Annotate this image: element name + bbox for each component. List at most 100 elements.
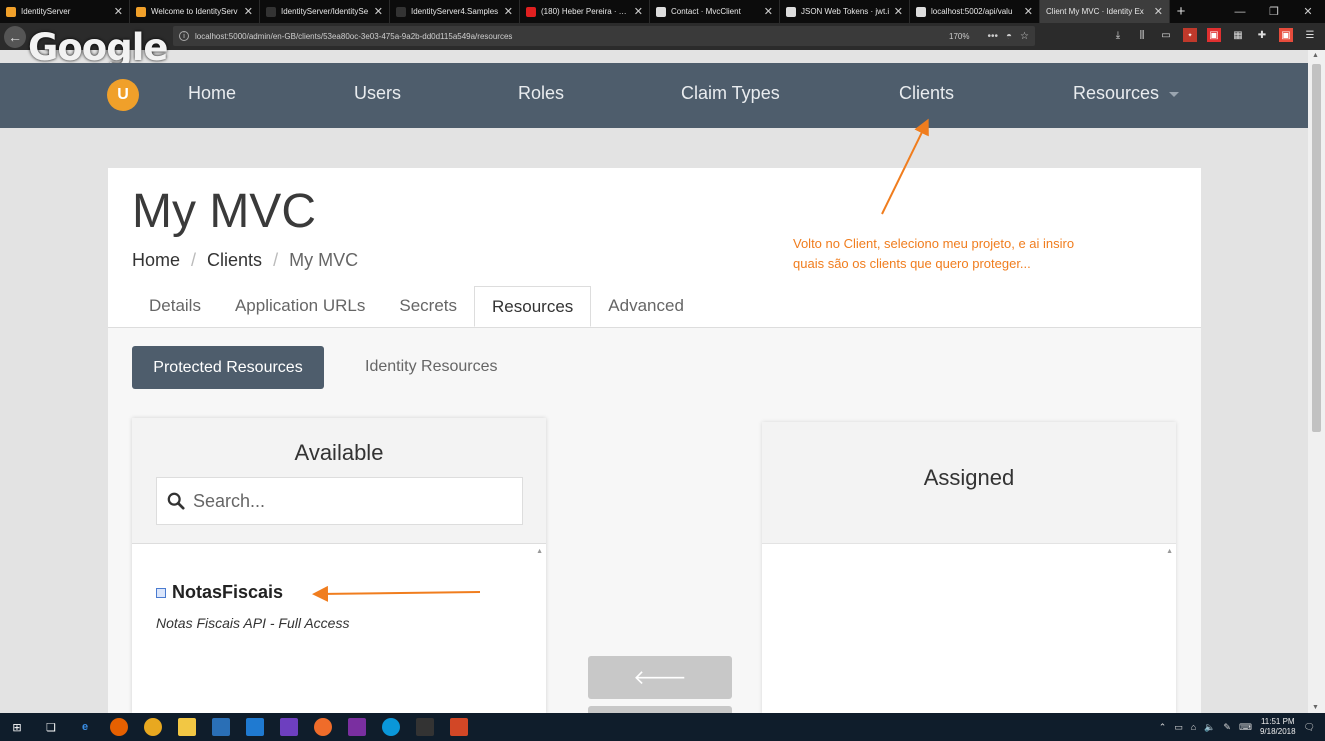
- breadcrumb-separator: /: [273, 250, 279, 270]
- page-title: My MVC: [132, 185, 316, 238]
- available-panel-header: Available: [132, 418, 546, 544]
- close-icon[interactable]: ✕: [1154, 5, 1163, 18]
- close-icon[interactable]: ✕: [1024, 5, 1033, 18]
- tab-resources[interactable]: Resources: [474, 286, 592, 327]
- windows-start-icon[interactable]: ⊞: [8, 718, 26, 736]
- browser-tab[interactable]: localhost:5002/api/valu ✕: [910, 0, 1040, 23]
- select-checkbox[interactable]: [156, 587, 166, 598]
- move-left-button[interactable]: 🡐: [588, 656, 732, 699]
- menu-icon[interactable]: ☰: [1303, 28, 1317, 42]
- close-icon[interactable]: ✕: [244, 5, 253, 18]
- browser-tab[interactable]: IdentityServer4.Samples ✕: [390, 0, 520, 23]
- extension-icon[interactable]: ▣: [1207, 28, 1221, 42]
- close-window-icon[interactable]: ✕: [1291, 0, 1325, 23]
- postman-icon[interactable]: [314, 718, 332, 736]
- scroll-up-icon[interactable]: ▲: [536, 548, 543, 555]
- close-icon[interactable]: ✕: [114, 5, 123, 18]
- list-item[interactable]: NotasFiscais Notas Fiscais API - Full Ac…: [156, 582, 349, 631]
- nav-users[interactable]: Users: [354, 83, 401, 104]
- extension-icon[interactable]: ✚: [1255, 28, 1269, 42]
- nav-claim-types[interactable]: Claim Types: [681, 83, 780, 104]
- onenote-icon[interactable]: [348, 718, 366, 736]
- extension-icon[interactable]: ▣: [1279, 28, 1293, 42]
- network-icon[interactable]: ⌂: [1191, 722, 1196, 732]
- taskbar-clock[interactable]: 11:51 PM 9/18/2018: [1260, 717, 1296, 737]
- browser-tab-active[interactable]: Client My MVC · Identity Ex ✕: [1040, 0, 1170, 23]
- browser-tab[interactable]: IdentityServer ✕: [0, 0, 130, 23]
- browser-tab[interactable]: IdentityServer/IdentitySe ✕: [260, 0, 390, 23]
- youtube-favicon-icon: [526, 6, 536, 17]
- close-icon[interactable]: ✕: [894, 5, 903, 18]
- remote-desktop-icon[interactable]: [212, 718, 230, 736]
- visual-studio-icon[interactable]: [280, 718, 298, 736]
- browser-tab[interactable]: Contact · MvcClient ✕: [650, 0, 780, 23]
- chevron-up-icon[interactable]: ⌃: [1159, 722, 1167, 733]
- file-explorer-icon[interactable]: [178, 718, 196, 736]
- close-icon[interactable]: ✕: [634, 5, 643, 18]
- keyboard-icon[interactable]: ⌨: [1239, 722, 1252, 733]
- breadcrumb-clients[interactable]: Clients: [207, 250, 262, 271]
- powerpoint-icon[interactable]: [450, 718, 468, 736]
- more-icon[interactable]: •••: [987, 31, 998, 42]
- bookmark-star-icon[interactable]: ☆: [1020, 31, 1029, 42]
- maximize-icon[interactable]: ❐: [1257, 0, 1291, 23]
- pocket-icon[interactable]: ◓: [1006, 31, 1012, 42]
- available-title: Available: [294, 440, 384, 465]
- browser-tab[interactable]: JSON Web Tokens · jwt.i ✕: [780, 0, 910, 23]
- notifications-icon[interactable]: 🗨: [1304, 722, 1315, 733]
- pen-icon[interactable]: ✎: [1223, 722, 1231, 733]
- browser-tab[interactable]: (180) Heber Pereira · You ✕: [520, 0, 650, 23]
- browser-tab[interactable]: Welcome to IdentityServ ✕: [130, 0, 260, 23]
- nav-resources-label: Resources: [1073, 83, 1160, 103]
- annotation-note: Volto no Client, seleciono meu projeto, …: [793, 234, 1133, 274]
- page-scrollbar[interactable]: ▲ ▼: [1308, 50, 1325, 713]
- scroll-down-icon[interactable]: ▼: [1312, 704, 1319, 711]
- address-bar[interactable]: i localhost:5000/admin/en-GB/clients/53e…: [173, 26, 1035, 46]
- nav-resources[interactable]: Resources: [1073, 83, 1180, 104]
- info-icon[interactable]: i: [179, 31, 189, 41]
- extension-icon[interactable]: ▦: [1231, 28, 1245, 42]
- chrome-icon[interactable]: [144, 718, 162, 736]
- edge-icon[interactable]: e: [76, 718, 94, 736]
- url-text[interactable]: localhost:5000/admin/en-GB/clients/53ea8…: [195, 32, 512, 41]
- firefox-icon[interactable]: [110, 718, 128, 736]
- brand-logo[interactable]: U: [107, 79, 139, 111]
- search-box[interactable]: [156, 477, 523, 525]
- volume-icon[interactable]: 🔈: [1204, 722, 1215, 733]
- sidebar-icon[interactable]: ▭: [1159, 28, 1173, 42]
- scroll-up-icon[interactable]: ▲: [1166, 548, 1173, 555]
- skype-icon[interactable]: [382, 718, 400, 736]
- task-view-icon[interactable]: ❏: [42, 718, 60, 736]
- breadcrumb-current: My MVC: [289, 250, 359, 270]
- extension-icon[interactable]: ✦: [1183, 28, 1197, 42]
- new-tab-button[interactable]: +: [1170, 0, 1192, 23]
- annotation-line: Volto no Client, seleciono meu projeto, …: [793, 236, 1075, 251]
- scrollbar-thumb[interactable]: [1312, 64, 1321, 432]
- back-button[interactable]: ←: [4, 25, 26, 48]
- library-icon[interactable]: ⫼: [1135, 28, 1149, 42]
- resources-tab-body: Protected Resources Identity Resources A…: [108, 327, 1201, 716]
- download-icon[interactable]: ⤓: [1111, 28, 1125, 42]
- battery-icon[interactable]: ▭: [1174, 722, 1183, 733]
- minimize-icon[interactable]: —: [1223, 0, 1257, 23]
- tab-details[interactable]: Details: [132, 286, 218, 327]
- tab-secrets[interactable]: Secrets: [382, 286, 474, 327]
- vscode-icon[interactable]: [246, 718, 264, 736]
- nav-clients[interactable]: Clients: [899, 83, 954, 104]
- scroll-up-icon[interactable]: ▲: [1312, 52, 1319, 59]
- protected-resources-pill[interactable]: Protected Resources: [132, 346, 324, 389]
- close-icon[interactable]: ✕: [374, 5, 383, 18]
- breadcrumb-home[interactable]: Home: [132, 250, 180, 271]
- close-icon[interactable]: ✕: [764, 5, 773, 18]
- nav-home[interactable]: Home: [188, 83, 236, 104]
- search-input[interactable]: [193, 490, 493, 512]
- zoom-level[interactable]: 170%: [949, 32, 969, 41]
- audio-app-icon[interactable]: [416, 718, 434, 736]
- identity-resources-pill[interactable]: Identity Resources: [365, 358, 498, 376]
- client-tabs: Details Application URLs Secrets Resourc…: [132, 286, 701, 327]
- tab-application-urls[interactable]: Application URLs: [218, 286, 382, 327]
- close-icon[interactable]: ✕: [504, 5, 513, 18]
- window-controls: — ❐ ✕: [1223, 0, 1325, 23]
- tab-advanced[interactable]: Advanced: [591, 286, 701, 327]
- nav-roles[interactable]: Roles: [518, 83, 564, 104]
